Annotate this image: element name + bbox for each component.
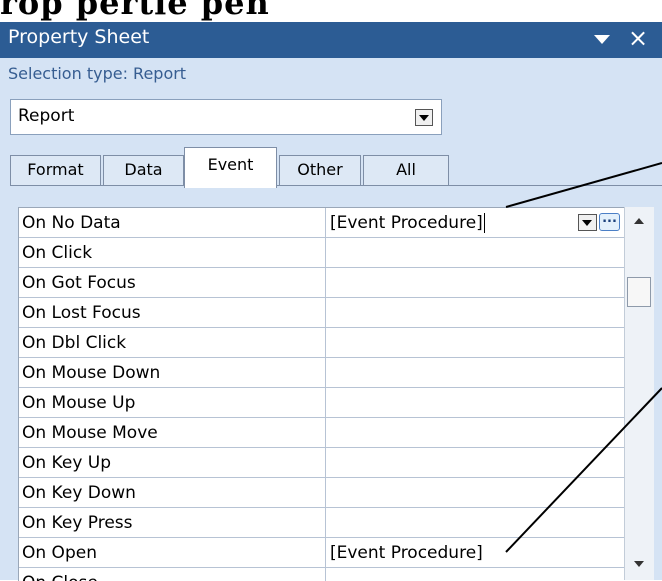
property-name: On Click [19,238,326,267]
window-title: Property Sheet [8,26,150,48]
property-name: On Mouse Up [19,388,326,417]
property-name: On Dbl Click [19,328,326,357]
property-name: On Close [19,568,326,581]
object-selector-combo[interactable]: Report [10,99,442,135]
scroll-down-icon[interactable] [634,561,644,567]
property-row-on-click[interactable]: On Click [19,238,625,268]
property-row-on-open[interactable]: On Open [Event Procedure] [19,538,625,568]
property-name: On Mouse Move [19,418,326,447]
property-name: On Lost Focus [19,298,326,327]
tab-event[interactable]: Event [184,147,277,188]
property-row-on-mouse-move[interactable]: On Mouse Move [19,418,625,448]
property-row-on-got-focus[interactable]: On Got Focus [19,268,625,298]
close-icon[interactable]: × [628,23,648,53]
property-row-on-key-up[interactable]: On Key Up [19,448,625,478]
property-row-on-dbl-click[interactable]: On Dbl Click [19,328,625,358]
property-value-field[interactable]: [Event Procedure] [330,208,485,238]
property-name: On Mouse Down [19,358,326,387]
property-name: On Key Down [19,478,326,507]
chevron-down-icon[interactable] [415,109,433,126]
tab-data[interactable]: Data [103,155,184,185]
dropdown-triangle-icon[interactable] [590,27,614,51]
property-row-on-close[interactable]: On Close [19,568,625,581]
property-row-on-key-press[interactable]: On Key Press [19,508,625,538]
property-row-on-key-down[interactable]: On Key Down [19,478,625,508]
property-name: On Key Up [19,448,326,477]
selection-type-label: Selection type: Report [8,64,187,83]
property-name: On No Data [19,208,326,237]
property-name: On Open [19,538,326,567]
tab-format[interactable]: Format [10,155,101,185]
cropped-heading-text: rop pertie pen [0,0,270,22]
object-selector-value: Report [18,106,75,126]
property-row-on-no-data[interactable]: On No Data [Event Procedure] ... [19,208,625,238]
property-name: On Got Focus [19,268,326,297]
chevron-down-icon[interactable] [578,214,597,231]
property-grid: On No Data [Event Procedure] ... On Clic… [18,207,625,581]
vertical-scrollbar[interactable] [624,207,654,580]
property-name: On Key Press [19,508,326,537]
tab-other[interactable]: Other [279,155,361,185]
tab-all[interactable]: All [363,155,449,185]
build-button[interactable]: ... [599,212,620,231]
tab-strip-divider [10,185,662,186]
property-value-text: [Event Procedure] [330,213,483,233]
property-row-on-mouse-up[interactable]: On Mouse Up [19,388,625,418]
property-row-on-lost-focus[interactable]: On Lost Focus [19,298,625,328]
property-value-field[interactable]: [Event Procedure] [330,538,483,568]
property-row-on-mouse-down[interactable]: On Mouse Down [19,358,625,388]
scroll-up-icon[interactable] [634,218,644,224]
text-cursor [483,213,485,233]
scroll-thumb[interactable] [627,277,651,307]
property-sheet-titlebar: Property Sheet × [0,22,662,58]
